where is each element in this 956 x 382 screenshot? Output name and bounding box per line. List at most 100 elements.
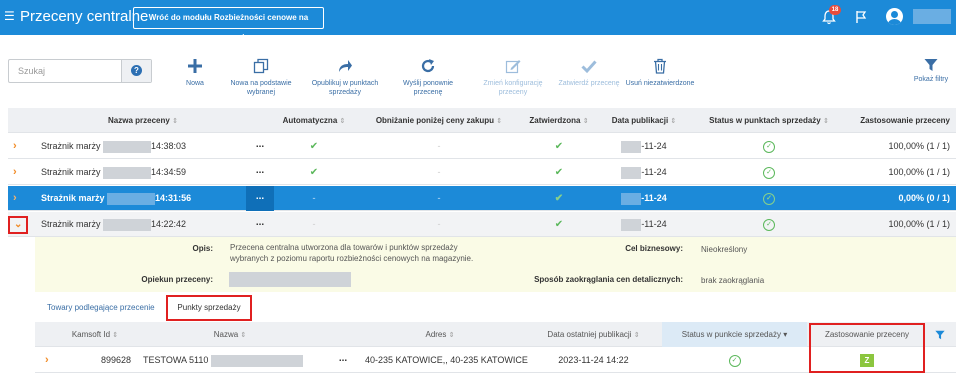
col-name-header[interactable]: Nazwa ⇕ (135, 322, 325, 347)
row-menu-button[interactable]: ... (246, 186, 274, 211)
table-row[interactable]: › Strażnik marży 14:38:03 ... ✔ - ✔ -11-… (8, 134, 956, 159)
description-line-1: Przecena centralna utworzona dla towarów… (230, 243, 458, 252)
row-usage: 100,00% (1 / 1) (888, 167, 950, 177)
table-row-selected[interactable]: › Strażnik marży 14:31:56 ... - - ✔ -11-… (8, 186, 956, 211)
col-pub-date-label: Data publikacji (611, 116, 669, 125)
col-approved-header[interactable]: Zatwierdzona ⇕ (524, 108, 594, 133)
app-title: Przeceny centralne (20, 8, 149, 25)
row-time: 14:22:42 (151, 219, 187, 229)
row-time: 14:34:59 (151, 167, 187, 177)
approve-label: Zatwierdź przecenę (558, 80, 620, 87)
filter-icon[interactable] (935, 330, 945, 340)
col-status-header[interactable]: Status w punktach sprzedaży ⇕ (694, 108, 844, 133)
flag-icon[interactable] (855, 10, 867, 24)
row-name: Strażnik marży (41, 219, 101, 229)
col-automatic-header[interactable]: Automatyczna ⇕ (274, 108, 354, 133)
new-button[interactable]: Nowa (180, 58, 210, 88)
last-publish-date: 2023-11-24 14:22 (558, 355, 629, 365)
refresh-icon (421, 59, 435, 73)
sort-icon: ⇕ (582, 118, 589, 125)
show-filters-button[interactable]: Pokaż filtry (910, 58, 952, 83)
sort-icon: ⇕ (633, 332, 640, 339)
chevron-down-icon: ⌄ (14, 219, 23, 230)
search-help-button[interactable]: ? (121, 60, 151, 82)
row-name: Strażnik marży (41, 167, 101, 177)
check-circle-icon: ✓ (763, 140, 775, 153)
sort-icon: ⇕ (172, 118, 178, 125)
menu-icon[interactable]: ☰ (4, 10, 15, 22)
grid-header: Nazwa przeceny ⇕ Automatyczna ⇕ Obniżani… (8, 108, 956, 133)
edit-icon (505, 60, 521, 74)
collapse-toggle[interactable]: ⌄ (8, 216, 28, 234)
automatic-value: - (312, 193, 316, 203)
row-menu-button[interactable]: ... (331, 348, 355, 373)
col-below-purchase-header[interactable]: Obniżanie poniżej ceny zakupu ⇕ (354, 108, 524, 133)
approved-check-icon: ✔ (554, 141, 564, 152)
col-kamsoft-id-header[interactable]: Kamsoft Id ⇕ (55, 322, 135, 347)
resend-button[interactable]: Wyślij ponownie przecenę (400, 58, 456, 97)
publish-button[interactable]: Opublikuj w punktach sprzedaży (308, 58, 382, 97)
back-to-module-button[interactable]: Wróć do modułu Rozbieżności cenowe na ma… (133, 7, 324, 42)
chevron-right-icon[interactable]: › (13, 186, 17, 211)
table-row-expanded[interactable]: ⌄ Strażnik marży 14:22:42 ... - - ✔ -11-… (8, 212, 956, 237)
description-value: Przecena centralna utworzona dla towarów… (230, 242, 530, 264)
table-row[interactable]: › Strażnik marży 14:34:59 ... ✔ - ✔ -11-… (8, 160, 956, 185)
publish-label-1: Opublikuj w punktach (311, 80, 379, 87)
col-name-label: Nazwa przeceny (108, 116, 170, 125)
tab-products[interactable]: Towary podlegające przecenie (47, 303, 155, 312)
filter-icon (924, 59, 938, 71)
redacted-year (621, 140, 642, 153)
new-based-on-button[interactable]: Nowa na podstawie wybranej (228, 58, 294, 97)
help-icon: ? (131, 65, 142, 76)
description-line-2: wybranych z poziomu raportu rozbieżności… (230, 254, 474, 263)
col-usage-header[interactable]: Zastosowanie przeceny (844, 108, 950, 133)
chevron-right-icon[interactable]: › (13, 134, 17, 159)
col-last-publish-header[interactable]: Data ostatniej publikacji ⇕ (525, 322, 662, 347)
sort-desc-icon: ▾ (783, 330, 788, 339)
search-input[interactable]: Szukaj (18, 66, 45, 76)
publish-label-2: sprzedaży (329, 89, 361, 96)
owner-label: Opiekun przeceny: (141, 275, 213, 284)
search-box[interactable]: Szukaj ? (8, 59, 152, 83)
approved-check-icon: ✔ (554, 219, 564, 230)
check-circle-icon: ✓ (763, 218, 775, 231)
sort-icon: ⇕ (670, 118, 677, 125)
redacted-year (621, 218, 642, 231)
col-name-header[interactable]: Nazwa przeceny ⇕ (28, 108, 258, 133)
row-menu-button[interactable]: ... (246, 160, 274, 185)
delete-unapproved-label: Usuń niezatwierdzone (625, 80, 695, 87)
price-cut-details: Opis: Przecena centralna utworzona dla t… (35, 237, 956, 292)
user-name-redacted[interactable] (913, 9, 951, 24)
col-pub-date-header[interactable]: Data publikacji ⇕ (594, 108, 694, 133)
row-date: -11-24 (641, 193, 667, 203)
check-circle-icon: ✓ (728, 354, 741, 367)
owner-value-redacted (229, 272, 351, 287)
description-label: Opis: (192, 244, 213, 253)
plus-icon (188, 59, 202, 73)
trash-icon (654, 58, 666, 74)
row-name: Strażnik marży (41, 193, 105, 203)
sort-icon: ⇕ (240, 332, 247, 339)
automatic-check-icon: ✔ (309, 167, 319, 178)
redacted-year (621, 192, 642, 205)
delete-unapproved-button[interactable]: Usuń niezatwierdzone (624, 58, 696, 88)
row-menu-button[interactable]: ... (246, 134, 274, 159)
point-address: 40-235 KATOWICE,, 40-235 KATOWICE (365, 355, 528, 365)
chevron-right-icon[interactable]: › (45, 348, 49, 373)
sort-icon: ⇕ (496, 118, 503, 125)
col-address-header[interactable]: Adres ⇕ (355, 322, 525, 347)
approve-button[interactable]: Zatwierdź przecenę (556, 58, 622, 88)
tab-points-of-sale[interactable]: Punkty sprzedaży (166, 295, 252, 321)
change-config-button[interactable]: Zmień konfigurację przeceny (480, 58, 546, 97)
share-icon (339, 60, 352, 72)
top-bar: ☰ Przeceny centralne Wróć do modułu Rozb… (0, 0, 956, 42)
redacted-date (107, 192, 156, 205)
chevron-right-icon[interactable]: › (13, 160, 17, 185)
row-menu-button[interactable]: ... (246, 212, 274, 237)
col-status-header[interactable]: Status w punkcie sprzedaży ▾ (662, 322, 807, 347)
user-avatar-icon[interactable] (886, 8, 903, 25)
col-approved-label: Zatwierdzona (529, 116, 581, 125)
copy-icon (253, 58, 269, 74)
col-address-label: Adres (425, 330, 447, 339)
business-goal-value: Nieokreślony (701, 245, 748, 254)
